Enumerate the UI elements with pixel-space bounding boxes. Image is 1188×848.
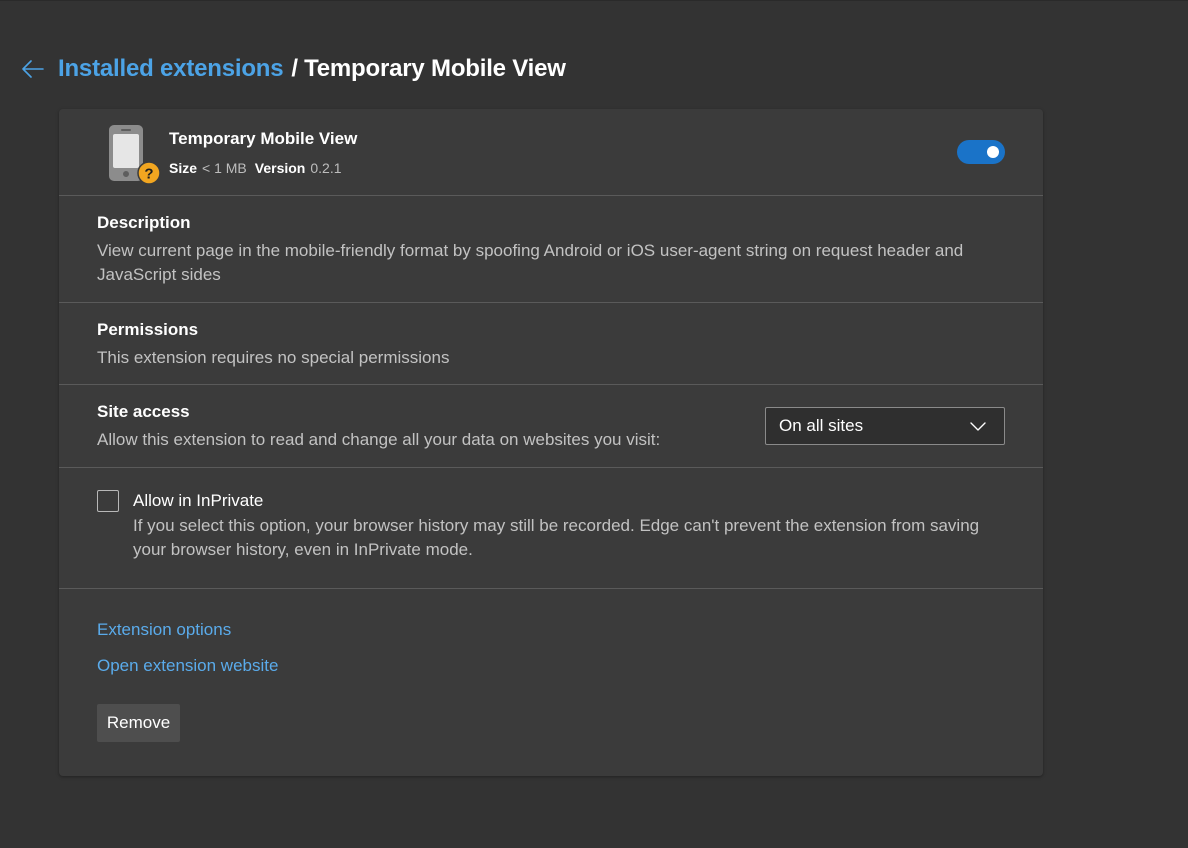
extension-details-card: ? Temporary Mobile View Size < 1 MB Versio… xyxy=(59,109,1043,776)
inprivate-help-line-2: your browser history, even in InPrivate … xyxy=(133,540,473,559)
inprivate-help-text: If you select this option, your browser … xyxy=(133,514,1003,562)
extension-header-row: ? Temporary Mobile View Size < 1 MB Versio… xyxy=(59,109,1043,195)
extension-name: Temporary Mobile View xyxy=(169,129,358,148)
open-extension-website-link[interactable]: Open extension website xyxy=(97,656,278,676)
allow-inprivate-label[interactable]: Allow in InPrivate xyxy=(133,491,263,511)
question-mark-icon: ? xyxy=(137,161,161,185)
divider xyxy=(59,467,1043,468)
breadcrumb-installed-extensions[interactable]: Installed extensions xyxy=(58,55,284,83)
permissions-title: Permissions xyxy=(97,320,199,339)
size-value: < 1 MB xyxy=(202,160,247,176)
svg-text:?: ? xyxy=(144,166,153,183)
page-header: Installed extensions / Temporary Mobile … xyxy=(20,52,566,86)
description-text: View current page in the mobile-friendly… xyxy=(97,239,997,287)
divider xyxy=(59,302,1043,303)
extension-meta: Size < 1 MB Version 0.2.1 xyxy=(169,160,350,176)
description-title: Description xyxy=(97,213,191,232)
remove-button[interactable]: Remove xyxy=(97,704,180,742)
back-button[interactable] xyxy=(20,56,46,82)
divider xyxy=(59,384,1043,385)
toggle-knob xyxy=(987,146,999,158)
size-label: Size xyxy=(169,160,198,176)
window-top-edge xyxy=(0,0,1188,1)
version-value: 0.2.1 xyxy=(310,160,342,176)
site-access-dropdown[interactable]: On all sites xyxy=(765,407,1005,445)
divider xyxy=(59,588,1043,589)
chevron-down-icon xyxy=(970,422,986,431)
arrow-left-icon xyxy=(22,60,44,78)
permissions-text: This extension requires no special permi… xyxy=(97,348,450,367)
divider xyxy=(59,195,1043,196)
page-title: Temporary Mobile View xyxy=(304,55,566,82)
site-access-text: Allow this extension to read and change … xyxy=(97,430,661,449)
description-line-2: JavaScript sides xyxy=(97,265,221,284)
version-label: Version xyxy=(254,160,306,176)
description-line-1: View current page in the mobile-friendly… xyxy=(97,241,964,260)
allow-inprivate-checkbox[interactable] xyxy=(97,490,119,512)
inprivate-help-line-1: If you select this option, your browser … xyxy=(133,516,980,535)
site-access-selected: On all sites xyxy=(779,416,864,435)
breadcrumb-separator: / xyxy=(291,55,299,82)
extension-options-link[interactable]: Extension options xyxy=(97,620,231,640)
site-access-title: Site access xyxy=(97,402,190,421)
extension-enabled-toggle[interactable] xyxy=(957,140,1005,164)
